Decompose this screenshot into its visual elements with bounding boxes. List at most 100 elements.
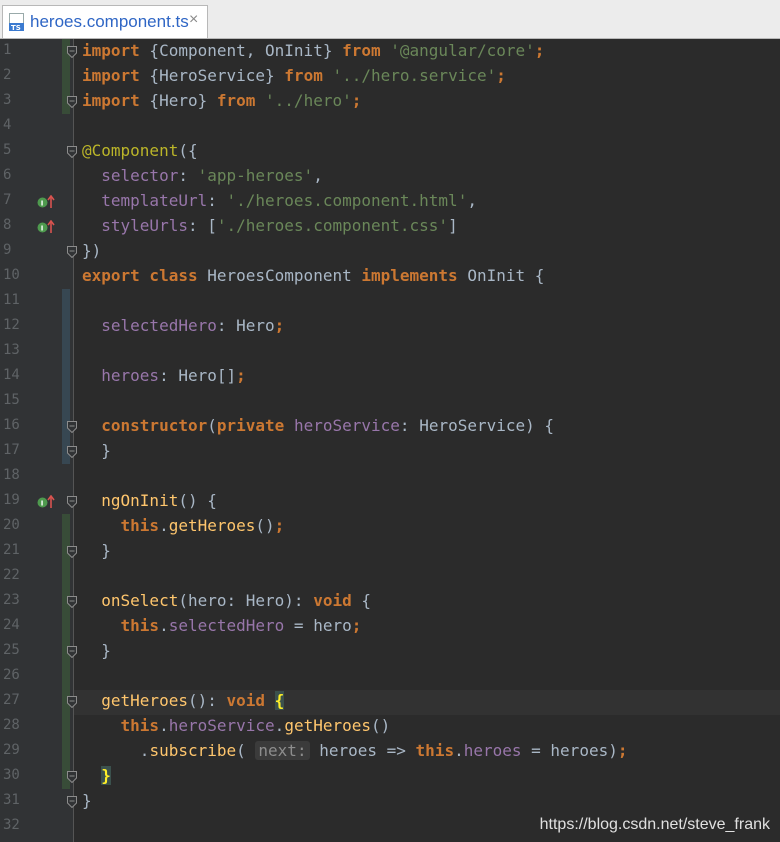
code-line[interactable]: 31} — [0, 789, 780, 814]
code-line[interactable]: 15 — [0, 389, 780, 414]
line-number: 32 — [3, 817, 20, 833]
code-text: import {Component, OnInit} from '@angula… — [82, 41, 545, 60]
line-number: 29 — [3, 742, 20, 758]
line-number: 22 — [3, 567, 20, 583]
code-editor[interactable]: 1 import {Component, OnInit} from '@angul… — [0, 39, 780, 842]
code-line[interactable]: 12 selectedHero: Hero; — [0, 314, 780, 339]
fold-toggle-icon[interactable] — [67, 596, 77, 608]
fold-toggle-icon[interactable] — [67, 646, 77, 658]
line-number: 20 — [3, 517, 20, 533]
code-line[interactable]: 19 ngOnInit() { — [0, 489, 780, 514]
code-line[interactable]: 5 @Component({ — [0, 139, 780, 164]
line-number: 1 — [3, 42, 12, 58]
implementing-method-icon[interactable]: I — [37, 495, 55, 509]
code-text: selectedHero: Hero; — [101, 316, 285, 335]
line-number: 24 — [3, 617, 20, 633]
code-line[interactable]: 18 — [0, 464, 780, 489]
line-number: 9 — [3, 242, 12, 258]
line-number: 8 — [3, 217, 12, 233]
code-line[interactable]: 10 export class HeroesComponent implement… — [0, 264, 780, 289]
fold-toggle-icon[interactable] — [67, 546, 77, 558]
code-line[interactable]: 28 this.heroService.getHeroes() — [0, 714, 780, 739]
line-number: 2 — [3, 67, 12, 83]
code-line[interactable]: 26 — [0, 664, 780, 689]
code-line[interactable]: 30 } — [0, 764, 780, 789]
code-text: this.selectedHero = hero; — [120, 616, 362, 635]
line-number: 30 — [3, 767, 20, 783]
code-text: import {Hero} from '../hero'; — [82, 91, 362, 110]
line-number: 10 — [3, 267, 20, 283]
code-line[interactable]: 22 — [0, 564, 780, 589]
line-number: 13 — [3, 342, 20, 358]
code-line[interactable]: 7 templateUrl: './heroes.component.html'… — [0, 189, 780, 214]
code-text: }) — [82, 241, 102, 260]
fold-toggle-icon[interactable] — [67, 96, 77, 108]
code-text: .subscribe( next: heroes => this.heroes … — [82, 741, 628, 760]
line-number: 19 — [3, 492, 20, 508]
code-line[interactable]: 1 import {Component, OnInit} from '@angul… — [0, 39, 780, 64]
code-line[interactable]: 13 — [0, 339, 780, 364]
tab-label: heroes.component.ts — [30, 12, 189, 31]
svg-text:I: I — [41, 225, 44, 233]
code-line[interactable]: 11 — [0, 289, 780, 314]
code-text: import {HeroService} from '../hero.servi… — [82, 66, 506, 85]
fold-toggle-icon[interactable] — [67, 696, 77, 708]
fold-toggle-icon[interactable] — [67, 496, 77, 508]
code-line[interactable]: 8 styleUrls: ['./heroes.component.css'] — [0, 214, 780, 239]
fold-toggle-icon[interactable] — [67, 146, 77, 158]
line-number: 11 — [3, 292, 20, 308]
line-number: 7 — [3, 192, 12, 208]
code-line[interactable]: 27 getHeroes(): void { — [0, 689, 780, 714]
code-text: ngOnInit() { — [101, 491, 217, 510]
line-number: 12 — [3, 317, 20, 333]
code-line[interactable]: 24 this.selectedHero = hero; — [0, 614, 780, 639]
svg-text:I: I — [41, 500, 44, 508]
fold-toggle-icon[interactable] — [67, 46, 77, 58]
code-line[interactable]: 14 heroes: Hero[]; — [0, 364, 780, 389]
fold-toggle-icon[interactable] — [67, 446, 77, 458]
line-number: 16 — [3, 417, 20, 433]
code-line[interactable]: 20 this.getHeroes(); — [0, 514, 780, 539]
code-line[interactable]: 21 } — [0, 539, 780, 564]
implementing-method-icon[interactable]: I — [37, 195, 55, 209]
fold-toggle-icon[interactable] — [67, 246, 77, 258]
code-line[interactable]: 17 } — [0, 439, 780, 464]
line-number: 15 — [3, 392, 20, 408]
code-line[interactable]: 9}) — [0, 239, 780, 264]
code-line[interactable]: 23 onSelect(hero: Hero): void { — [0, 589, 780, 614]
code-text: heroes: Hero[]; — [101, 366, 246, 385]
code-line[interactable]: 25 } — [0, 639, 780, 664]
code-text: styleUrls: ['./heroes.component.css'] — [101, 216, 458, 235]
svg-text:I: I — [41, 200, 44, 208]
line-number: 23 — [3, 592, 20, 608]
line-number: 25 — [3, 642, 20, 658]
code-text: selector: 'app-heroes', — [101, 166, 323, 185]
code-text: constructor(private heroService: HeroSer… — [101, 416, 555, 435]
fold-toggle-icon[interactable] — [67, 421, 77, 433]
watermark: https://blog.csdn.net/steve_frank — [539, 816, 770, 833]
code-line[interactable]: 16 constructor(private heroService: Hero… — [0, 414, 780, 439]
svg-text:TS: TS — [11, 24, 21, 31]
code-line[interactable]: 4 — [0, 114, 780, 139]
implementing-method-icon[interactable]: I — [37, 220, 55, 234]
fold-toggle-icon[interactable] — [67, 771, 77, 783]
code-text: getHeroes(): void { — [101, 691, 285, 710]
code-text: } — [101, 766, 111, 785]
code-text: this.getHeroes(); — [120, 516, 285, 535]
line-number: 5 — [3, 142, 12, 158]
line-number: 26 — [3, 667, 20, 683]
code-text: templateUrl: './heroes.component.html', — [101, 191, 477, 210]
line-number: 31 — [3, 792, 20, 808]
tab-heroes-component[interactable]: TS heroes.component.ts × — [2, 5, 208, 38]
code-line[interactable]: 6 selector: 'app-heroes', — [0, 164, 780, 189]
line-number: 3 — [3, 92, 12, 108]
ts-file-icon: TS — [9, 13, 24, 31]
line-number: 4 — [3, 117, 12, 133]
code-line[interactable]: 29 .subscribe( next: heroes => this.hero… — [0, 739, 780, 764]
code-line[interactable]: 3 import {Hero} from '../hero'; — [0, 89, 780, 114]
close-tab-icon[interactable]: × — [189, 11, 198, 29]
line-number: 6 — [3, 167, 12, 183]
fold-toggle-icon[interactable] — [67, 796, 77, 808]
code-line[interactable]: 2 import {HeroService} from '../hero.serv… — [0, 64, 780, 89]
code-text: } — [82, 441, 111, 460]
